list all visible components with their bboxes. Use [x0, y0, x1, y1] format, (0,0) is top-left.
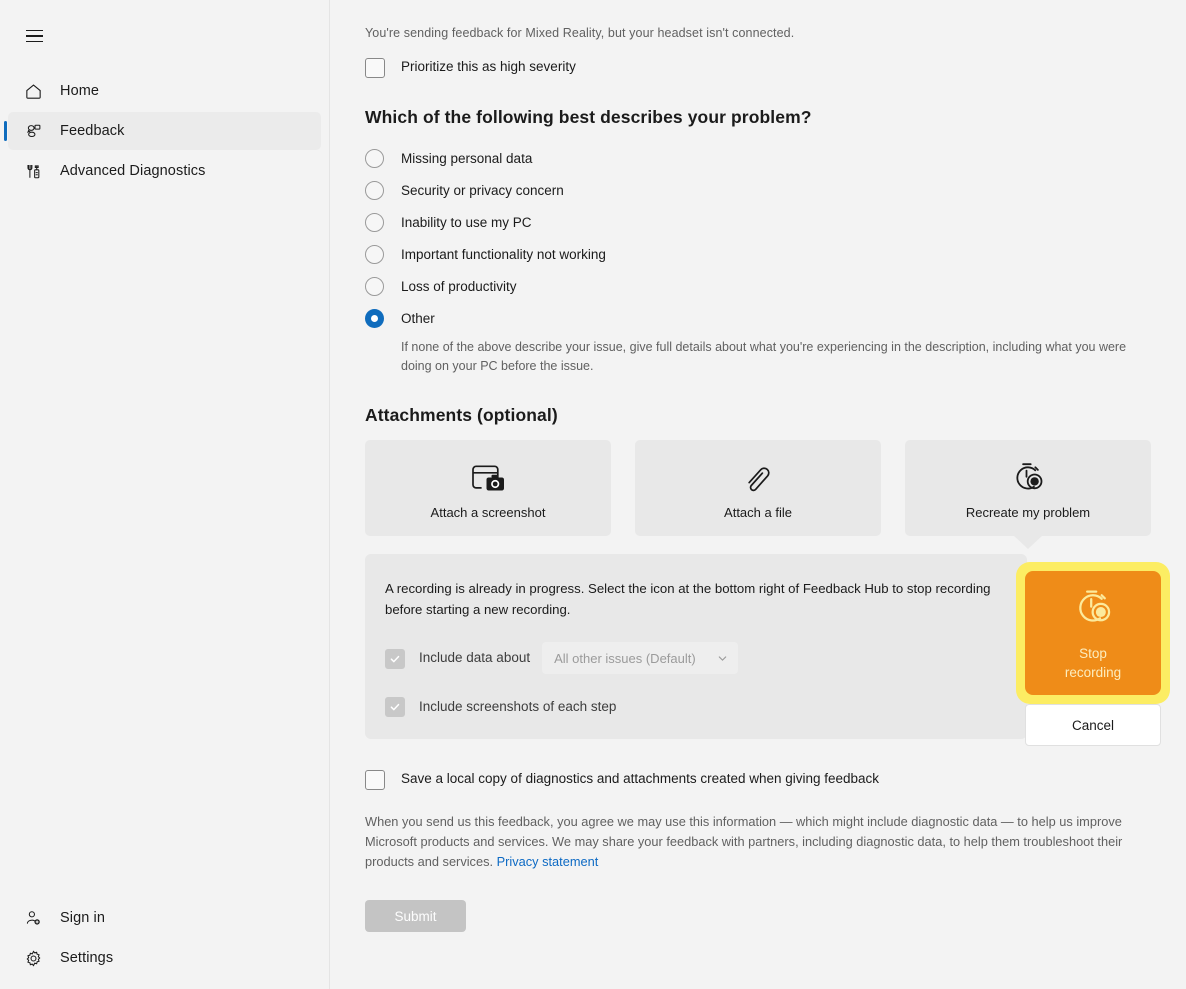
radio-button-selected[interactable] [365, 308, 384, 328]
attach-screenshot-label: Attach a screenshot [430, 504, 546, 520]
problem-heading: Which of the following best describes yo… [365, 107, 812, 127]
feedback-icon [20, 118, 46, 144]
other-help-text: If none of the above describe your issue… [401, 340, 1127, 373]
radio-option-other[interactable]: Other [365, 302, 1156, 334]
person-add-icon [20, 905, 46, 931]
priority-checkbox-row[interactable]: Prioritize this as high severity [365, 57, 1156, 78]
radio-label: Security or privacy concern [401, 182, 564, 198]
sidebar-item-label: Advanced Diagnostics [60, 163, 206, 179]
hamburger-menu-icon[interactable] [14, 18, 54, 54]
diagnostics-icon [20, 158, 46, 184]
include-screenshots-row[interactable]: Include screenshots of each step [385, 696, 1001, 717]
sidebar-bottom-nav: Sign in Settings [0, 897, 329, 979]
radio-label: Other [401, 310, 435, 326]
radio-button[interactable] [365, 276, 384, 296]
include-data-label: Include data about [419, 650, 531, 665]
main-content: You're sending feedback for Mixed Realit… [330, 0, 1186, 989]
save-local-copy-checkbox[interactable] [365, 770, 385, 790]
stop-recording-button[interactable]: Stop recording [1025, 571, 1161, 695]
attachments-heading: Attachments (optional) [365, 405, 558, 425]
legal-text-block: When you send us this feedback, you agre… [365, 812, 1133, 872]
problem-radio-group: Missing personal data Security or privac… [365, 142, 1156, 376]
flyout-pointer [1013, 535, 1043, 549]
radio-label: Missing personal data [401, 150, 533, 166]
save-local-copy-row[interactable]: Save a local copy of diagnostics and att… [365, 769, 1156, 790]
recreate-my-problem-button[interactable]: Recreate my problem [905, 440, 1151, 549]
attach-file-button[interactable]: Attach a file [635, 440, 881, 536]
dropdown-value: All other issues (Default) [554, 650, 696, 666]
radio-button[interactable] [365, 212, 384, 232]
radio-button[interactable] [365, 180, 384, 200]
screenshot-icon [467, 457, 509, 499]
radio-button[interactable] [365, 148, 384, 168]
stop-recording-label-line2: recording [1064, 665, 1122, 680]
radio-option-security-or-privacy-concern[interactable]: Security or privacy concern [365, 174, 1156, 206]
sidebar-nav: Home Feedback Advanced Diagnostics [0, 70, 329, 192]
radio-option-important-functionality-not-working[interactable]: Important functionality not working [365, 238, 1156, 270]
radio-button[interactable] [365, 244, 384, 264]
include-screenshots-checkbox[interactable] [385, 697, 405, 717]
priority-checkbox[interactable] [365, 58, 385, 78]
recording-panel: A recording is already in progress. Sele… [365, 554, 1027, 739]
attach-screenshot-button[interactable]: Attach a screenshot [365, 440, 611, 536]
recreate-my-problem-label: Recreate my problem [965, 504, 1091, 520]
paperclip-icon [738, 457, 778, 499]
priority-checkbox-label: Prioritize this as high severity [401, 59, 576, 74]
include-data-checkbox[interactable] [385, 648, 405, 669]
sidebar-item-label: Home [60, 83, 100, 99]
include-data-dropdown[interactable]: All other issues (Default) [542, 642, 739, 674]
stopwatch-record-icon [1068, 584, 1118, 637]
chevron-down-icon [717, 653, 728, 664]
sidebar-item-feedback[interactable]: Feedback [4, 112, 321, 150]
include-data-row[interactable]: Include data about All other issues (Def… [385, 642, 1001, 674]
sidebar-item-label: Settings [60, 950, 114, 966]
attachments-grid: Attach a screenshot Attach a file Recrea… [365, 440, 1156, 549]
gear-icon [20, 945, 46, 971]
radio-option-loss-of-productivity[interactable]: Loss of productivity [365, 270, 1156, 302]
hamburger-line [25, 35, 43, 37]
sidebar-item-sign-in[interactable]: Sign in [8, 899, 321, 937]
radio-option-inability-to-use-my-pc[interactable]: Inability to use my PC [365, 206, 1156, 238]
headset-note: You're sending feedback for Mixed Realit… [365, 26, 795, 40]
radio-label: Important functionality not working [401, 246, 606, 262]
save-local-copy-label: Save a local copy of diagnostics and att… [401, 771, 880, 786]
hamburger-line [25, 40, 43, 43]
sidebar-item-advanced-diagnostics[interactable]: Advanced Diagnostics [8, 152, 321, 190]
home-icon [20, 78, 46, 104]
legal-text: When you send us this feedback, you agre… [365, 814, 1123, 869]
submit-button[interactable]: Submit [365, 900, 466, 932]
stopwatch-record-icon [1007, 457, 1049, 499]
stop-recording-label-line1: Stop [1079, 646, 1107, 661]
hamburger-line [25, 29, 43, 32]
stop-recording-flyout: Stop recording Cancel [1016, 562, 1170, 746]
include-screenshots-label: Include screenshots of each step [419, 698, 617, 714]
sidebar-item-label: Sign in [60, 910, 106, 926]
sidebar: Home Feedback Advanced Diagnostics Sign … [0, 0, 330, 989]
radio-label: Inability to use my PC [401, 214, 532, 230]
sidebar-item-settings[interactable]: Settings [8, 939, 321, 977]
radio-option-missing-personal-data[interactable]: Missing personal data [365, 142, 1156, 174]
radio-label: Loss of productivity [401, 278, 517, 294]
attach-file-label: Attach a file [724, 504, 792, 520]
sidebar-item-label: Feedback [60, 123, 125, 139]
privacy-statement-link[interactable]: Privacy statement [497, 854, 599, 869]
sidebar-item-home[interactable]: Home [8, 72, 321, 110]
recording-message: A recording is already in progress. Sele… [385, 581, 991, 617]
stop-recording-label: Stop recording [1065, 644, 1121, 682]
stop-recording-highlight: Stop recording [1016, 562, 1170, 704]
cancel-button[interactable]: Cancel [1025, 704, 1161, 746]
